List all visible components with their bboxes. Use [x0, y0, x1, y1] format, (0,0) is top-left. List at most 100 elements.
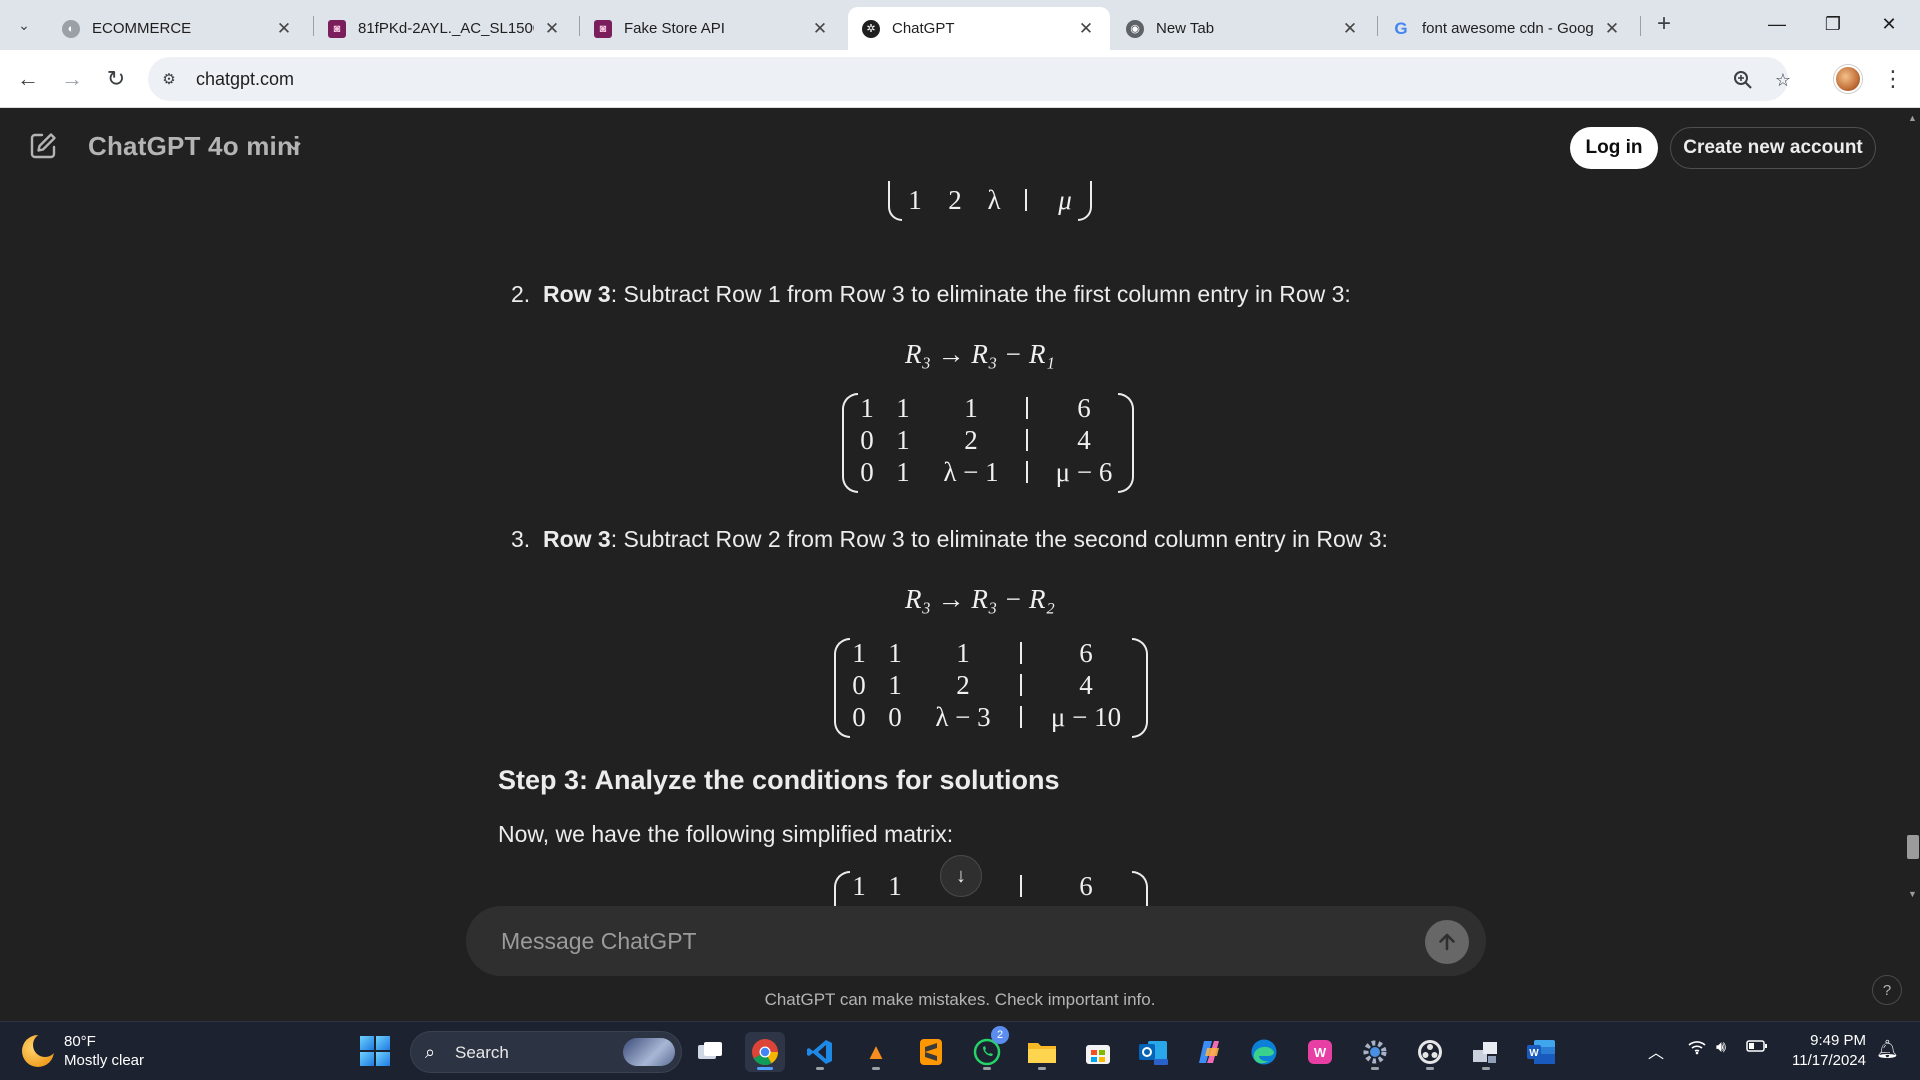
close-icon[interactable]: ✕ [542, 19, 562, 39]
back-button[interactable]: ← [12, 63, 44, 95]
profile-avatar[interactable] [1834, 65, 1862, 93]
address-bar[interactable]: ⚙ chatgpt.com ☆ [148, 57, 1791, 101]
microsoft-store-icon[interactable] [1078, 1032, 1118, 1072]
matrix-cell: 0 [888, 702, 902, 732]
close-icon[interactable]: ✕ [1602, 19, 1622, 39]
sublime-text-icon[interactable] [911, 1032, 951, 1072]
tab-search-button[interactable]: ⌄ [10, 12, 38, 38]
matrix-cell: 1 [888, 670, 902, 700]
running-indicator [1038, 1067, 1046, 1070]
new-chat-icon[interactable] [28, 131, 60, 163]
running-indicator [1371, 1067, 1379, 1070]
scroll-to-bottom-button[interactable]: ↓ [940, 855, 982, 897]
openai-icon: ✲ [862, 19, 880, 38]
list-item-step-3: 3. Row 3: Subtract Row 2 from Row 3 to e… [511, 526, 1388, 553]
network-tool-icon[interactable] [1466, 1032, 1506, 1072]
taskbar-search[interactable]: ⌕ Search [410, 1031, 682, 1073]
clock-date[interactable]: 11/17/2024 [1770, 1052, 1866, 1069]
vlc-icon[interactable]: ▲ [856, 1032, 896, 1072]
minimize-button[interactable]: — [1754, 6, 1800, 42]
send-button[interactable] [1425, 920, 1469, 964]
matrix-cell: 6 [1077, 393, 1091, 423]
running-indicator [872, 1067, 880, 1070]
step-text: : Subtract Row 2 from Row 3 to eliminate… [610, 526, 1388, 552]
tab-title: font awesome cdn - Googl [1422, 20, 1594, 37]
window-close-button[interactable]: ✕ [1866, 6, 1912, 42]
step-text: : Subtract Row 1 from Row 3 to eliminate… [610, 281, 1351, 307]
close-icon[interactable]: ✕ [1076, 19, 1096, 39]
word-icon[interactable]: W [1521, 1032, 1561, 1072]
tab-strip: ⌄ ◐ ECOMMERCE ✕ ◙ 81fPKd-2AYL._AC_SL1500… [0, 0, 1920, 50]
reload-button[interactable]: ↻ [100, 63, 132, 95]
notification-bell-icon[interactable]: 🔔︎ [1876, 1039, 1899, 1060]
file-explorer-icon[interactable] [1022, 1032, 1062, 1072]
site-settings-icon[interactable]: ⚙ [158, 68, 180, 90]
vscode-icon[interactable] [800, 1032, 840, 1072]
close-icon[interactable]: ✕ [274, 19, 294, 39]
matrix-cell: 6 [1079, 638, 1093, 668]
login-button[interactable]: Log in [1570, 127, 1658, 169]
battery-icon[interactable] [1746, 1039, 1768, 1058]
scroll-up-icon[interactable]: ▲ [1908, 113, 1917, 123]
close-icon[interactable]: ✕ [1340, 19, 1360, 39]
outlook-icon[interactable] [1133, 1032, 1173, 1072]
start-button[interactable] [360, 1036, 390, 1066]
matrix-cell: 2 [948, 185, 962, 215]
help-button[interactable]: ? [1872, 975, 1902, 1005]
tab-chatgpt[interactable]: ✲ ChatGPT ✕ [848, 7, 1110, 50]
search-label: Search [455, 1043, 509, 1062]
clock-time[interactable]: 9:49 PM [1770, 1032, 1866, 1049]
show-hidden-icons-chevron-icon[interactable]: ︿ [1648, 1039, 1664, 1063]
whatsapp-icon[interactable]: 2 [967, 1026, 1009, 1072]
matrix-cell: 4 [1079, 670, 1093, 700]
tab-image[interactable]: ◙ 81fPKd-2AYL._AC_SL1500_ ✕ [314, 7, 576, 50]
chrome-icon[interactable] [745, 1032, 785, 1072]
wamp-icon[interactable]: W [1300, 1032, 1340, 1072]
scrollbar-thumb[interactable] [1907, 835, 1919, 859]
globe-icon: ◐ [62, 19, 80, 38]
tab-google-search[interactable]: G font awesome cdn - Googl ✕ [1378, 7, 1636, 50]
matrix-cell: λ − 1 [943, 457, 999, 487]
weather-condition[interactable]: Mostly clear [64, 1052, 144, 1069]
matrix-bracket [1118, 393, 1134, 493]
matrix-cell: 4 [1077, 425, 1091, 455]
new-tab-button[interactable]: + [1650, 10, 1678, 40]
volume-icon[interactable]: 🔊︎ [1716, 1039, 1726, 1057]
bookmark-star-icon[interactable]: ☆ [1770, 67, 1796, 93]
task-view-icon[interactable] [690, 1032, 730, 1072]
matrix-cell: 0 [852, 702, 866, 732]
model-selector[interactable]: ChatGPT 4o mini [88, 131, 300, 162]
tab-new-tab[interactable]: ◉ New Tab ✕ [1112, 7, 1374, 50]
weather-temperature[interactable]: 80°F [64, 1033, 96, 1050]
zoom-icon[interactable] [1730, 67, 1756, 93]
chevron-down-icon[interactable] [286, 139, 302, 151]
browser-menu-icon[interactable]: ⋮ [1880, 63, 1906, 95]
restore-button[interactable]: ❐ [1810, 6, 1856, 42]
obs-icon[interactable] [1410, 1032, 1450, 1072]
page-scrollbar[interactable]: ▲ ▼ [1904, 109, 1920, 1021]
create-account-button[interactable]: Create new account [1670, 127, 1876, 169]
matrix-cell: 1 [860, 393, 874, 423]
forward-button[interactable]: → [56, 63, 88, 95]
scroll-down-icon[interactable]: ▼ [1908, 889, 1917, 899]
edge-icon[interactable] [1244, 1032, 1284, 1072]
tab-fake-store-api[interactable]: ◙ Fake Store API ✕ [580, 7, 844, 50]
settings-gear-icon[interactable] [1355, 1032, 1395, 1072]
disclaimer-text: ChatGPT can make mistakes. Check importa… [764, 990, 1156, 1009]
close-icon[interactable]: ✕ [810, 19, 830, 39]
message-composer[interactable]: Message ChatGPT [466, 906, 1486, 976]
weather-moon-icon[interactable] [22, 1033, 57, 1067]
running-indicator [983, 1067, 991, 1070]
svg-text:W: W [1314, 1045, 1327, 1060]
tab-ecommerce[interactable]: ◐ ECOMMERCE ✕ [48, 7, 308, 50]
windows-logo-icon [376, 1052, 390, 1066]
message-input[interactable]: Message ChatGPT [501, 928, 697, 955]
arrow-down-icon: ↓ [956, 864, 966, 887]
matrix-cell: 4 [1050, 181, 1080, 184]
url-text[interactable]: chatgpt.com [196, 69, 294, 90]
augment-bar [1025, 189, 1027, 211]
copilot-icon[interactable] [1189, 1032, 1229, 1072]
running-indicator [1482, 1067, 1490, 1070]
wifi-icon[interactable] [1688, 1039, 1706, 1060]
matrix-partial-top: 0 1 2 4 1 2 λ μ [880, 181, 1100, 223]
